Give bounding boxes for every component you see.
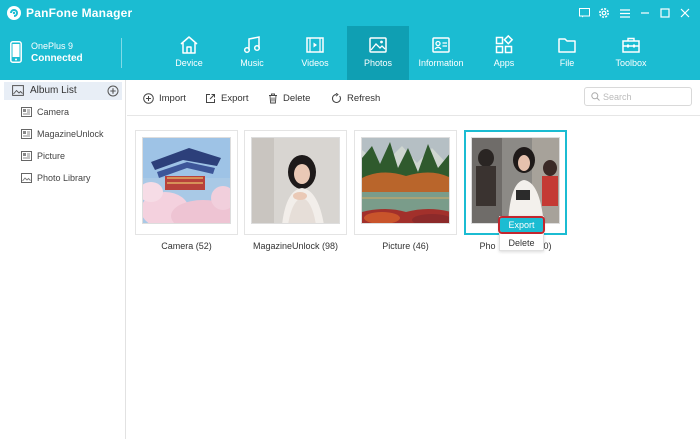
device-name: OnePlus 9 (31, 41, 74, 51)
album-list-header[interactable]: Album List (4, 82, 122, 100)
close-icon[interactable] (677, 5, 693, 21)
nav-divider (121, 38, 122, 68)
music-icon (243, 36, 261, 54)
tab-label: Information (418, 58, 464, 68)
title-bar: PanFone Manager (0, 0, 700, 26)
refresh-label: Refresh (347, 92, 381, 104)
tab-videos[interactable]: Videos (284, 26, 346, 80)
tab-toolbox[interactable]: Toolbox (600, 26, 662, 80)
panfone-logo-icon (7, 6, 21, 20)
sidebar-item-magazineunlock[interactable]: MagazineUnlock (0, 126, 122, 144)
trash-icon (269, 93, 277, 103)
toolbox-icon (622, 37, 640, 53)
album-label-end: 0) (543, 241, 552, 251)
feedback-icon[interactable] (576, 5, 592, 21)
menu-icon[interactable] (617, 5, 633, 21)
search-input[interactable] (603, 90, 687, 104)
sidebar-item-photo-library[interactable]: Photo Library (0, 170, 122, 188)
device-status: Connected (31, 53, 83, 64)
sidebar-item-camera[interactable]: Camera (0, 104, 122, 122)
album-list-label: Album List (30, 85, 77, 96)
album-icon (21, 129, 32, 139)
album-thumbnail (361, 137, 450, 224)
search-icon (591, 92, 600, 101)
tab-file[interactable]: File (536, 26, 598, 80)
tab-information[interactable]: Information (410, 26, 472, 80)
delete-button[interactable]: Delete (268, 91, 310, 105)
export-button[interactable]: Export (205, 91, 248, 105)
album-card-camera[interactable] (135, 130, 238, 235)
tab-label: Device (175, 58, 203, 68)
import-icon (143, 92, 154, 104)
album-label-magazineunlock: MagazineUnlock (98) (252, 241, 339, 251)
settings-gear-icon[interactable] (596, 5, 612, 21)
sidebar-item-label: Photo Library (37, 173, 91, 183)
photo-icon (369, 37, 387, 53)
add-album-icon[interactable] (107, 85, 119, 97)
home-icon (180, 36, 198, 54)
context-export-item[interactable]: Export (498, 216, 545, 234)
album-label-picture: Picture (46) (382, 241, 429, 251)
tab-label: Toolbox (615, 58, 647, 68)
delete-label: Delete (283, 92, 311, 104)
photo-toolbar: Import Export Delete Refresh (127, 80, 700, 116)
export-icon (206, 93, 215, 103)
album-context-menu: Export Delete (498, 216, 545, 251)
album-label-start: Pho (479, 241, 496, 251)
main-nav: OnePlus 9 Connected Device Music Videos … (0, 26, 700, 80)
import-label: Import (159, 92, 186, 104)
sidebar-item-label: Picture (37, 151, 66, 161)
photo-library-icon (21, 173, 32, 183)
album-icon (12, 85, 24, 96)
import-button[interactable]: Import (143, 91, 186, 105)
album-card-magazineunlock[interactable] (244, 130, 347, 235)
tab-device[interactable]: Device (158, 26, 220, 80)
refresh-icon (331, 92, 341, 103)
tab-label: Music (240, 58, 264, 68)
sidebar-item-label: Camera (37, 107, 70, 117)
export-label: Export (221, 92, 249, 104)
device-info[interactable]: OnePlus 9 Connected (0, 26, 126, 80)
video-icon (306, 37, 324, 53)
album-thumbnail (471, 137, 560, 224)
album-icon (21, 151, 32, 161)
tab-photos[interactable]: Photos (347, 26, 409, 80)
minimize-icon[interactable] (637, 5, 653, 21)
album-icon (21, 107, 32, 117)
context-delete-item[interactable]: Delete (500, 236, 543, 250)
folder-icon (558, 38, 576, 53)
maximize-icon[interactable] (657, 5, 673, 21)
app-title: PanFone Manager (26, 6, 133, 20)
tab-label: Videos (301, 58, 329, 68)
contact-card-icon (432, 37, 450, 53)
sidebar-item-picture[interactable]: Picture (0, 148, 122, 166)
album-card-picture[interactable] (354, 130, 457, 235)
search-box[interactable] (584, 87, 692, 106)
tab-label: Apps (493, 58, 515, 68)
album-sidebar: Album List Camera MagazineUnlock Picture… (0, 80, 126, 439)
tab-apps[interactable]: Apps (473, 26, 535, 80)
sidebar-item-label: MagazineUnlock (37, 129, 104, 139)
apps-icon (495, 35, 514, 54)
tab-music[interactable]: Music (221, 26, 283, 80)
album-thumbnail (251, 137, 340, 224)
tab-label: Photos (363, 58, 393, 68)
album-label-camera: Camera (52) (161, 241, 212, 251)
phone-icon (10, 41, 22, 63)
tab-label: File (559, 58, 575, 68)
refresh-button[interactable]: Refresh (331, 91, 380, 105)
album-thumbnail (142, 137, 231, 224)
